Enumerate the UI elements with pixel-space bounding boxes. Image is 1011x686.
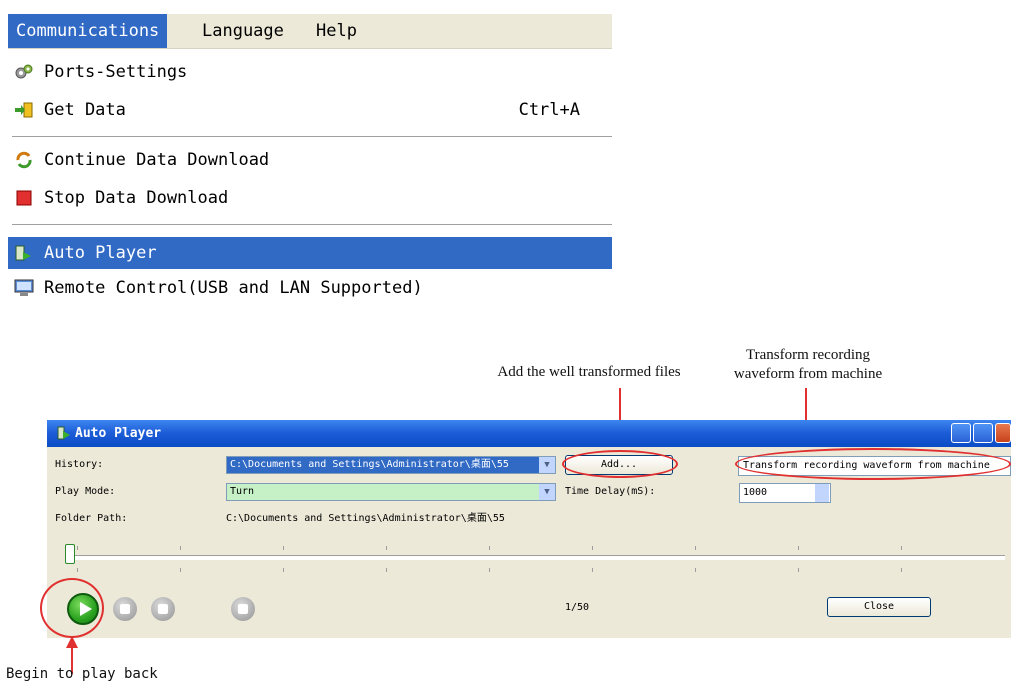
slider-tick	[283, 568, 284, 572]
play-highlight-ring	[40, 578, 104, 638]
slider-tick	[386, 568, 387, 572]
slider-tick	[180, 568, 181, 572]
slider-tick	[695, 568, 696, 572]
menu-separator	[12, 224, 612, 225]
slider-tick	[77, 546, 78, 550]
transform-highlight-ring	[735, 448, 1011, 480]
monitor-icon	[14, 279, 34, 296]
shortcut-label: Ctrl+A	[518, 100, 580, 120]
menu-language[interactable]: Language	[194, 14, 292, 48]
next-button[interactable]	[231, 597, 255, 621]
menu-item-label: Continue Data Download	[44, 150, 270, 170]
menu-communications[interactable]: Communications	[8, 14, 168, 48]
menu-item-label: Ports-Settings	[44, 62, 188, 82]
delay-label: Time Delay(mS):	[565, 486, 656, 497]
slider-tick	[180, 546, 181, 550]
playmode-value: Turn	[230, 486, 255, 497]
playmode-select[interactable]: Turn ▼	[226, 483, 556, 501]
history-value: C:\Documents and Settings\Administrator\…	[230, 459, 509, 470]
history-select[interactable]: C:\Documents and Settings\Administrator\…	[226, 456, 556, 474]
player-icon	[15, 245, 31, 261]
menu-item-label: Auto Player	[44, 243, 157, 263]
close-window-button[interactable]	[995, 423, 1011, 443]
close-button[interactable]: Close	[827, 597, 931, 617]
maximize-button[interactable]	[973, 423, 993, 443]
menu-help[interactable]: Help	[308, 14, 365, 48]
menu-item-label: Get Data	[44, 100, 126, 120]
chevron-down-icon[interactable]: ▼	[539, 484, 555, 500]
history-label: History:	[55, 459, 104, 470]
slider-tick	[283, 546, 284, 550]
menu-item-label: Stop Data Download	[44, 188, 229, 208]
menu-bar: Communications Language Help	[8, 14, 612, 49]
folder-path-value: C:\Documents and Settings\Administrator\…	[226, 513, 505, 524]
spinner-icon[interactable]	[815, 484, 829, 502]
playmode-label: Play Mode:	[55, 486, 116, 497]
menu-item-auto-player[interactable]: Auto Player	[8, 237, 612, 269]
previous-button[interactable]	[151, 597, 175, 621]
slider-tick	[489, 568, 490, 572]
slider-tick	[592, 546, 593, 550]
slider-tick	[77, 568, 78, 572]
folder-label: Folder Path:	[55, 513, 128, 524]
add-highlight-ring	[562, 450, 678, 478]
slider-tick	[798, 546, 799, 550]
annotation-begin: Begin to play back	[6, 666, 158, 682]
player-icon	[57, 426, 70, 440]
menu-item-stop-download[interactable]: Stop Data Download	[8, 182, 612, 214]
menu-item-continue-download[interactable]: Continue Data Download	[8, 144, 612, 176]
slider-tick	[901, 546, 902, 550]
slider-tick	[901, 568, 902, 572]
chevron-down-icon[interactable]: ▼	[539, 457, 555, 473]
menu-separator	[12, 136, 612, 137]
annotation-transform: Transform recording waveform from machin…	[733, 347, 883, 382]
progress-slider-track[interactable]	[65, 555, 1005, 560]
stop-button[interactable]	[113, 597, 137, 621]
refresh-icon	[16, 151, 32, 169]
window-title: Auto Player	[75, 426, 162, 441]
title-bar: Auto Player	[47, 420, 1011, 447]
menu-item-ports-settings[interactable]: Ports-Settings	[8, 56, 612, 88]
annotation-add-files: Add the well transformed files	[497, 364, 681, 380]
slider-tick	[489, 546, 490, 550]
gear-icon	[15, 64, 33, 79]
menu-item-label: Remote Control(USB and LAN Supported)	[44, 278, 423, 298]
import-icon	[15, 102, 33, 118]
menu-item-get-data[interactable]: Get Data Ctrl+A	[8, 94, 612, 126]
slider-tick	[695, 546, 696, 550]
stop-icon	[16, 190, 32, 206]
minimize-button[interactable]	[951, 423, 971, 443]
slider-tick	[798, 568, 799, 572]
progress-slider-thumb[interactable]	[65, 544, 75, 564]
menu-item-remote-control[interactable]: Remote Control(USB and LAN Supported)	[8, 272, 612, 304]
slider-tick	[592, 568, 593, 572]
slider-tick	[386, 546, 387, 550]
communications-menu: Communications Language Help Ports-Setti…	[8, 14, 612, 304]
frame-counter: 1/50	[565, 602, 590, 613]
